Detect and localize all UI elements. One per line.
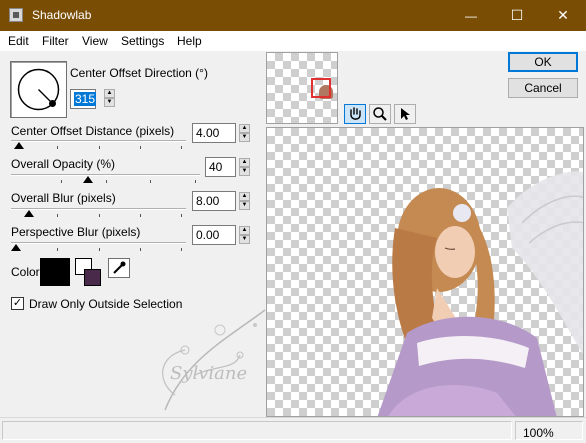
- blur-input[interactable]: 8.00: [192, 191, 236, 211]
- menu-edit[interactable]: Edit: [8, 34, 29, 48]
- watermark-logo: [162, 309, 266, 411]
- slider-thumb[interactable]: [11, 244, 21, 251]
- opacity-spinner[interactable]: ▲ ▼: [239, 158, 250, 176]
- pan-tool-button[interactable]: [344, 104, 366, 124]
- distance-spinner[interactable]: ▲ ▼: [239, 124, 250, 142]
- spin-up-icon[interactable]: ▲: [239, 192, 250, 201]
- slider-thumb[interactable]: [24, 210, 35, 217]
- slider-track: [11, 208, 186, 210]
- eyedropper-button[interactable]: [108, 258, 130, 278]
- spin-up-icon[interactable]: ▲: [104, 89, 115, 98]
- menu-filter[interactable]: Filter: [42, 34, 69, 48]
- menu-help[interactable]: Help: [177, 34, 202, 48]
- distance-slider[interactable]: [11, 138, 186, 152]
- slider-thumb[interactable]: [82, 176, 93, 183]
- slider-tick: [150, 180, 152, 183]
- hand-icon: [350, 107, 361, 120]
- slider-tick: [60, 180, 62, 183]
- slider-tick: [98, 248, 100, 251]
- slider-tick: [181, 248, 182, 251]
- zoom-level: 100%: [523, 426, 554, 440]
- direction-spinner[interactable]: ▲ ▼: [104, 89, 115, 107]
- window-title: Shadowlab: [32, 8, 92, 22]
- perspective-slider[interactable]: [11, 240, 186, 254]
- cancel-button[interactable]: Cancel: [508, 78, 578, 98]
- preview-canvas[interactable]: [266, 127, 584, 417]
- slider-tick: [139, 146, 141, 149]
- perspective-label: Perspective Blur (pixels): [11, 225, 141, 239]
- menu-view[interactable]: View: [82, 34, 108, 48]
- spin-up-icon[interactable]: ▲: [239, 226, 250, 235]
- draw-outside-checkbox[interactable]: ✓: [11, 297, 24, 310]
- slider-thumb[interactable]: [14, 142, 25, 149]
- slider-tick: [98, 146, 100, 149]
- spin-down-icon[interactable]: ▼: [239, 133, 250, 142]
- status-bar: 100%: [0, 417, 586, 443]
- navigator-viewport-rect[interactable]: [311, 78, 331, 98]
- eyedropper-icon: [113, 261, 126, 274]
- perspective-input[interactable]: 0.00: [192, 225, 236, 245]
- opacity-input[interactable]: 40: [205, 157, 236, 177]
- minimize-button[interactable]: —: [448, 0, 494, 31]
- direction-label: Center Offset Direction (°): [70, 66, 208, 80]
- shadow-color-swatch[interactable]: [40, 258, 70, 286]
- blur-slider[interactable]: [11, 206, 186, 220]
- color-label: Color: [11, 265, 40, 279]
- direction-value: 315: [74, 92, 97, 106]
- checkmark-icon: ✓: [12, 297, 23, 309]
- menu-bar: Edit Filter View Settings Help: [0, 31, 586, 51]
- foreground-color-swatch[interactable]: [84, 269, 101, 286]
- zoom-tool-button[interactable]: [369, 104, 391, 124]
- spin-down-icon[interactable]: ▼: [239, 167, 250, 176]
- spin-up-icon[interactable]: ▲: [239, 124, 250, 133]
- slider-tick: [195, 180, 196, 183]
- slider-tick: [57, 214, 59, 217]
- slider-tick: [139, 248, 141, 251]
- blur-spinner[interactable]: ▲ ▼: [239, 192, 250, 210]
- preview-image: [377, 171, 583, 416]
- slider-tick: [105, 180, 107, 183]
- zoom-icon: [373, 107, 387, 121]
- opacity-label: Overall Opacity (%): [11, 157, 116, 171]
- slider-tick: [57, 146, 59, 149]
- perspective-spinner[interactable]: ▲ ▼: [239, 226, 250, 244]
- watermark-text: Sylviane: [170, 363, 248, 384]
- ok-button[interactable]: OK: [508, 52, 578, 72]
- spin-down-icon[interactable]: ▼: [239, 201, 250, 210]
- slider-track: [11, 174, 200, 176]
- app-icon: [9, 8, 23, 22]
- blur-label: Overall Blur (pixels): [11, 191, 116, 205]
- slider-tick: [57, 248, 59, 251]
- slider-track: [11, 242, 186, 244]
- pointer-icon: [401, 108, 410, 120]
- slider-tick: [98, 214, 100, 217]
- slider-tick: [181, 146, 182, 149]
- blur-value: 8.00: [196, 194, 220, 208]
- perspective-value: 0.00: [196, 228, 220, 242]
- direction-input[interactable]: 315: [70, 89, 97, 109]
- menu-settings[interactable]: Settings: [121, 34, 164, 48]
- distance-value: 4.00: [196, 126, 220, 140]
- title-bar: Shadowlab — ☐ ✕: [0, 0, 586, 31]
- slider-track: [11, 140, 186, 142]
- distance-input[interactable]: 4.00: [192, 123, 236, 143]
- spin-down-icon[interactable]: ▼: [239, 235, 250, 244]
- slider-tick: [139, 214, 141, 217]
- opacity-value: 40: [209, 160, 223, 174]
- minimize-icon: —: [465, 8, 477, 23]
- close-button[interactable]: ✕: [540, 0, 586, 31]
- spin-up-icon[interactable]: ▲: [239, 158, 250, 167]
- close-icon: ✕: [557, 7, 569, 23]
- spin-down-icon[interactable]: ▼: [104, 98, 115, 107]
- maximize-button[interactable]: ☐: [494, 0, 540, 31]
- distance-label: Center Offset Distance (pixels): [11, 124, 175, 138]
- pointer-tool-button[interactable]: [394, 104, 416, 124]
- opacity-slider[interactable]: [11, 172, 200, 186]
- status-message-pane: [2, 421, 512, 440]
- direction-dial-graphic: [17, 68, 60, 111]
- maximize-icon: ☐: [510, 7, 524, 23]
- slider-tick: [181, 214, 182, 217]
- navigator-thumbnail[interactable]: [266, 52, 338, 124]
- direction-dial[interactable]: [10, 61, 67, 118]
